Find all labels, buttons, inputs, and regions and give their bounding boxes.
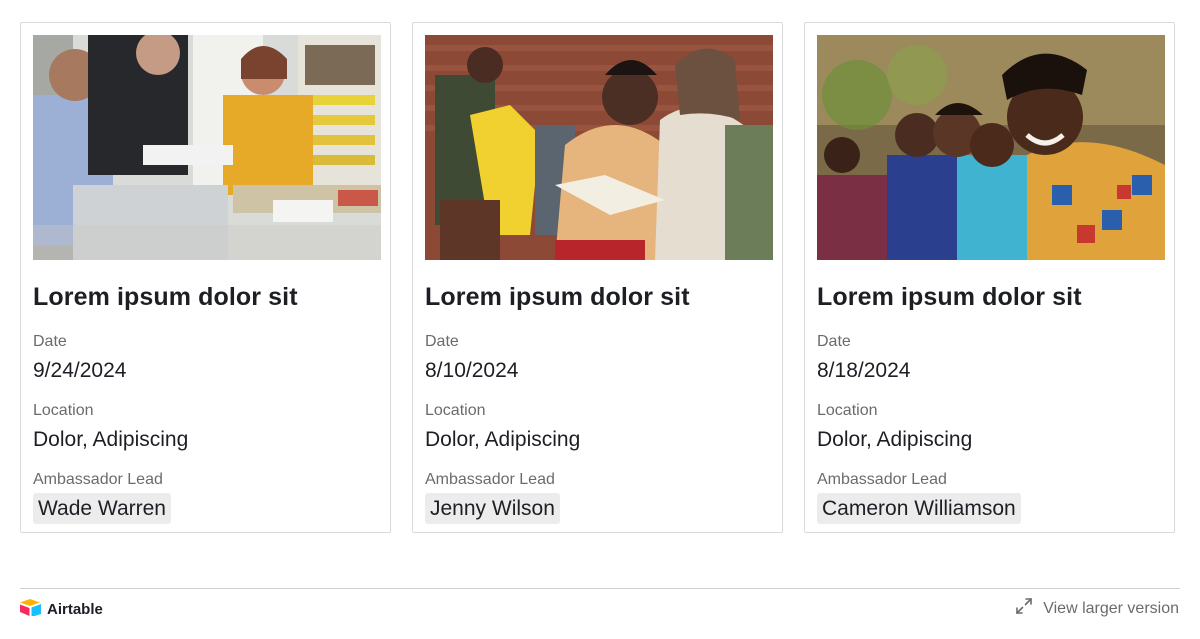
date-value: 8/18/2024 [817, 359, 911, 382]
airtable-brand-link[interactable]: Airtable [20, 598, 103, 620]
location-label: Location [33, 402, 94, 419]
classroom-meeting-photo [33, 35, 381, 260]
date-label: Date [425, 333, 459, 350]
location-value: Dolor, Adipiscing [425, 428, 581, 451]
record-card[interactable]: Lorem ipsum dolor sit Date 8/10/2024 Loc… [412, 22, 783, 533]
ambassador-lead-label: Ambassador Lead [33, 471, 163, 488]
card-gallery: Lorem ipsum dolor sit Date 9/24/2024 Loc… [20, 22, 1175, 533]
expand-icon [1015, 597, 1033, 620]
view-larger-label: View larger version [1043, 599, 1179, 617]
date-label: Date [817, 333, 851, 350]
record-card[interactable]: Lorem ipsum dolor sit Date 9/24/2024 Loc… [20, 22, 391, 533]
ambassador-lead-label: Ambassador Lead [425, 471, 555, 488]
record-photo[interactable] [425, 35, 773, 260]
airtable-logo-icon [20, 598, 42, 620]
record-photo[interactable] [33, 35, 381, 260]
location-value: Dolor, Adipiscing [33, 428, 189, 451]
card-title: Lorem ipsum dolor sit [425, 283, 690, 311]
location-value: Dolor, Adipiscing [817, 428, 973, 451]
card-title: Lorem ipsum dolor sit [33, 283, 298, 311]
ambassador-lead-chip: Jenny Wilson [425, 493, 560, 524]
ambassador-lead-label: Ambassador Lead [817, 471, 947, 488]
view-larger-link[interactable]: View larger version [1015, 597, 1179, 620]
ambassador-lead-chip: Cameron Williamson [817, 493, 1021, 524]
date-value: 8/10/2024 [425, 359, 519, 382]
date-label: Date [33, 333, 67, 350]
card-title: Lorem ipsum dolor sit [817, 283, 1082, 311]
location-label: Location [425, 402, 486, 419]
location-label: Location [817, 402, 878, 419]
smiling-group-photo [817, 35, 1165, 260]
brand-name: Airtable [47, 600, 103, 618]
date-value: 9/24/2024 [33, 359, 127, 382]
footer-divider [20, 588, 1180, 589]
thrift-shop-book-photo [425, 35, 773, 260]
ambassador-lead-chip: Wade Warren [33, 493, 171, 524]
record-card[interactable]: Lorem ipsum dolor sit Date 8/18/2024 Loc… [804, 22, 1175, 533]
record-photo[interactable] [817, 35, 1165, 260]
